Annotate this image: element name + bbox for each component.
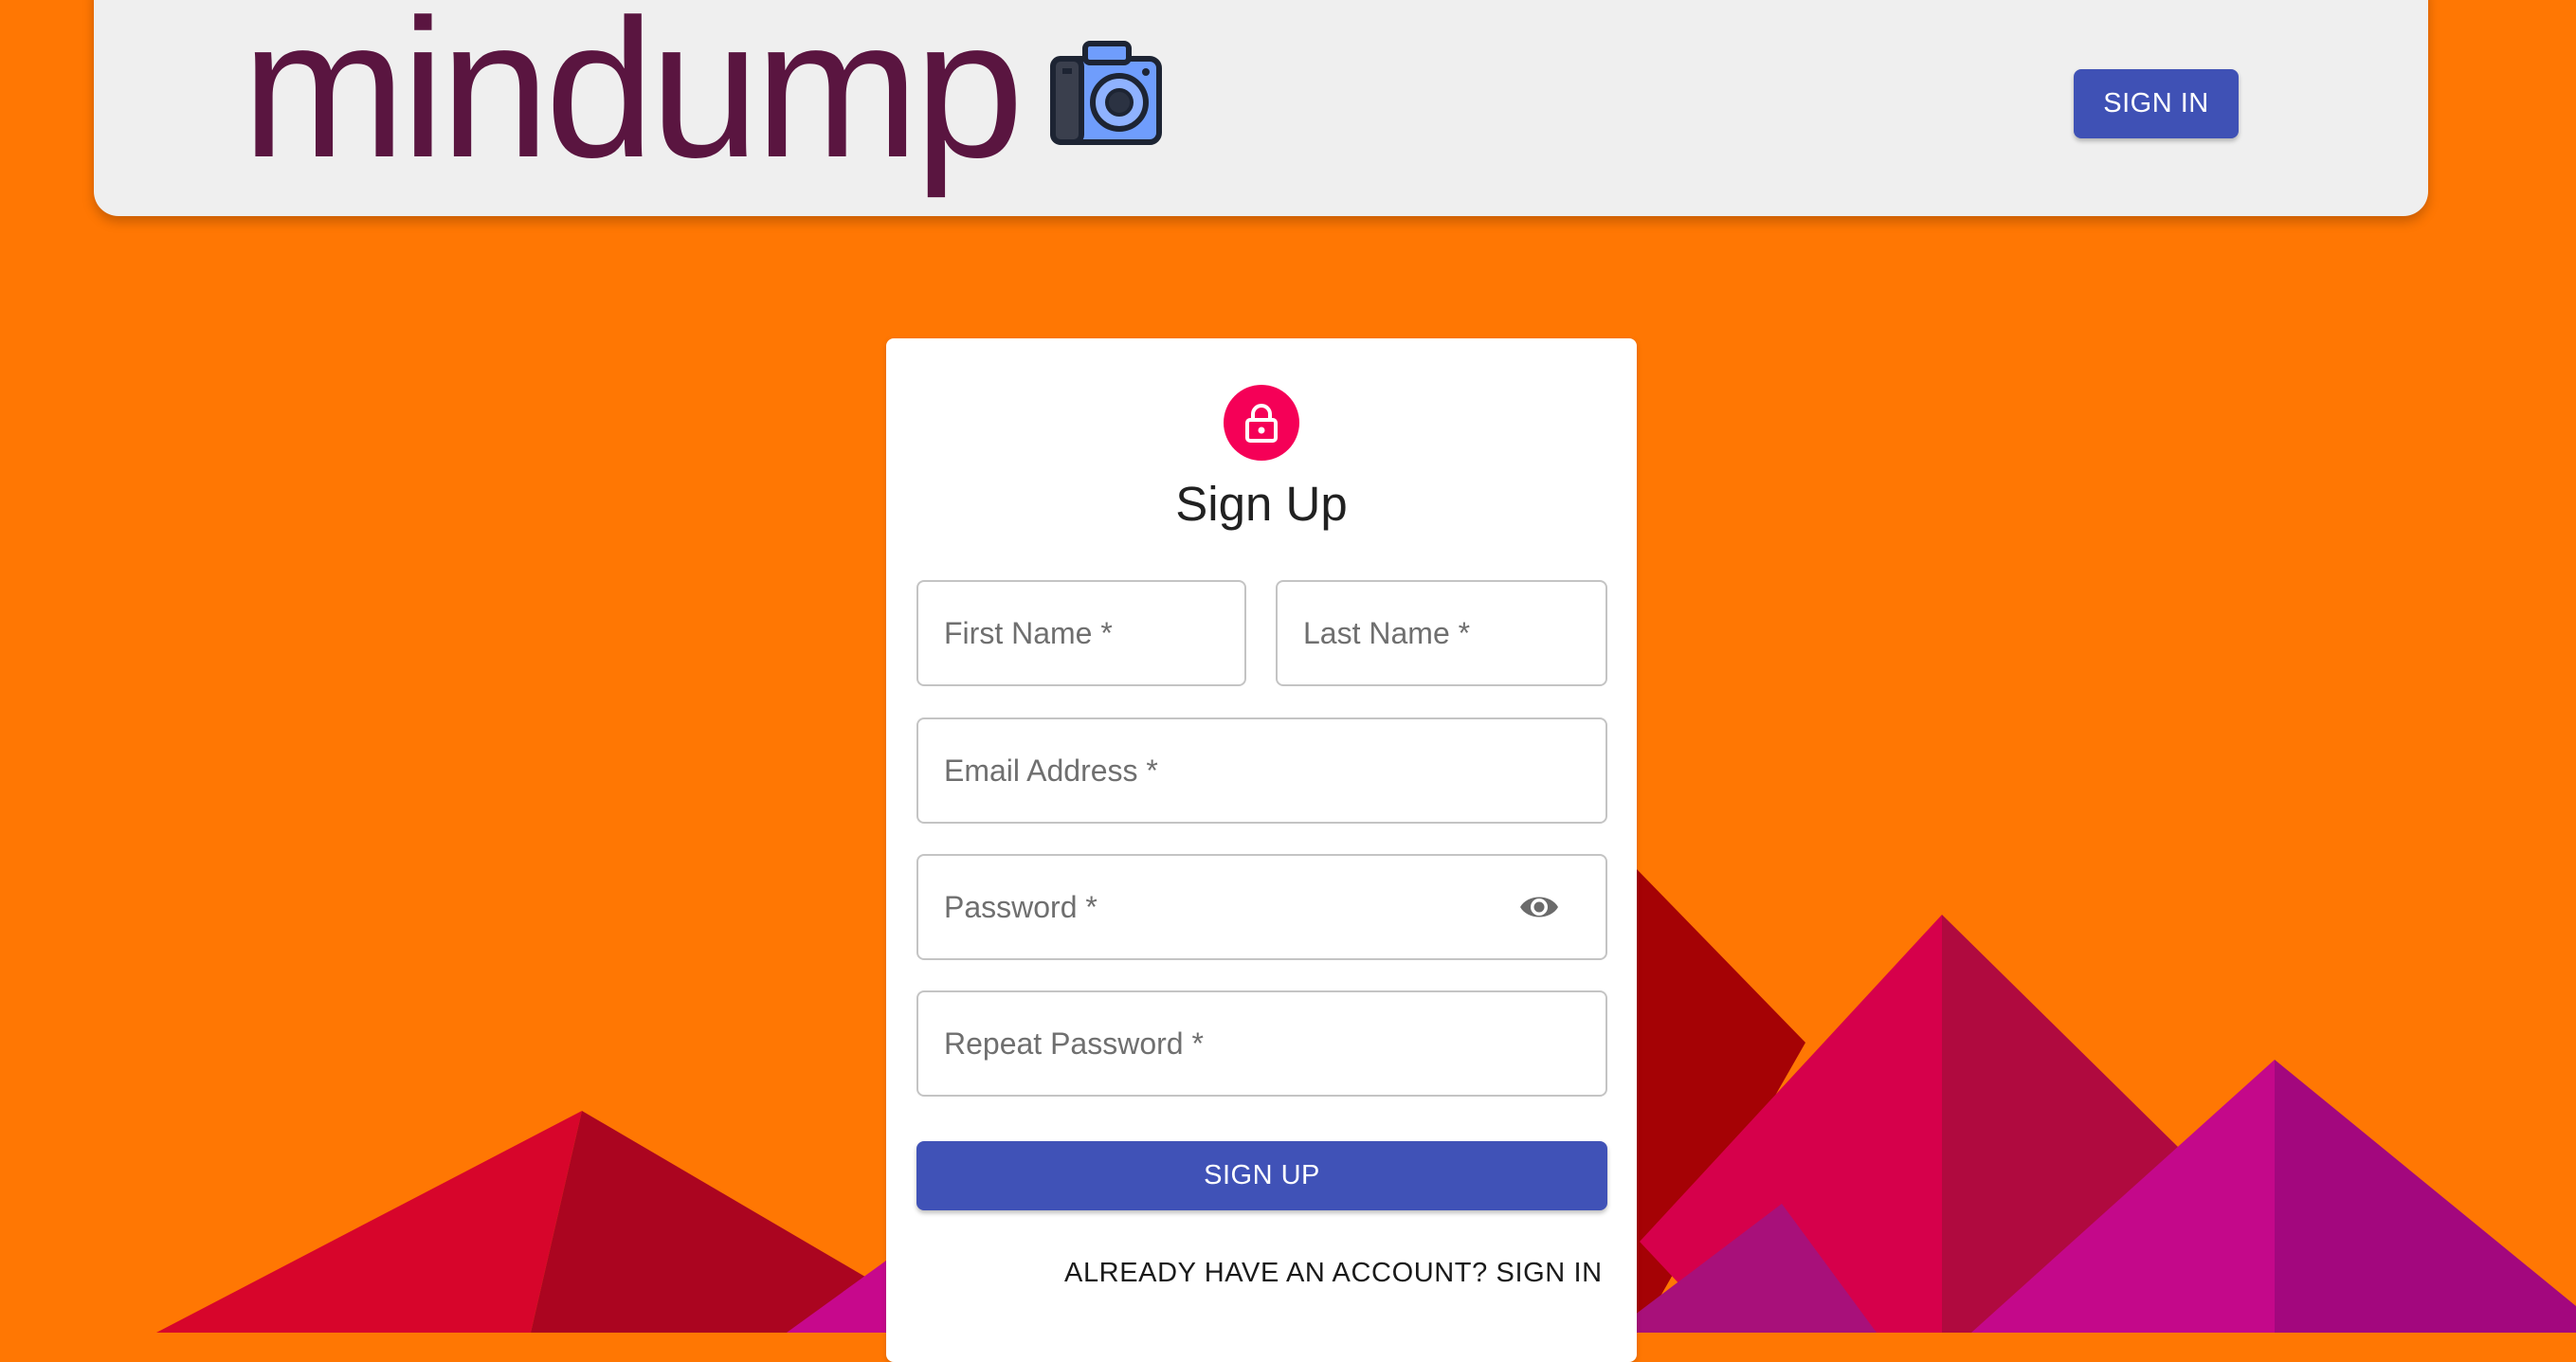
email-field[interactable]: Email Address * bbox=[916, 717, 1607, 824]
brand-name: mindump bbox=[242, 0, 1024, 199]
camera-icon bbox=[1050, 41, 1163, 145]
first-name-field[interactable]: First Name * bbox=[916, 580, 1246, 686]
top-app-bar: mindump SIGN IN bbox=[94, 0, 2428, 216]
password-field[interactable]: Password * bbox=[916, 854, 1607, 960]
sign-up-button[interactable]: SIGN UP bbox=[916, 1141, 1607, 1210]
header-sign-in-button[interactable]: SIGN IN bbox=[2074, 69, 2239, 138]
last-name-label: Last Name * bbox=[1303, 616, 1471, 650]
repeat-password-label: Repeat Password * bbox=[944, 1026, 1204, 1061]
lock-icon bbox=[1245, 404, 1278, 443]
lock-avatar bbox=[1224, 385, 1299, 461]
form-title: Sign Up bbox=[1175, 477, 1348, 531]
first-name-label: First Name * bbox=[944, 616, 1113, 650]
sign-up-card: Sign Up First Name * Last Name * Email A… bbox=[886, 338, 1637, 1362]
brand[interactable]: mindump bbox=[242, 0, 1165, 188]
sign-in-link[interactable]: ALREADY HAVE AN ACCOUNT? SIGN IN bbox=[1064, 1258, 1603, 1289]
repeat-password-field[interactable]: Repeat Password * bbox=[916, 990, 1607, 1097]
email-label: Email Address * bbox=[944, 754, 1158, 788]
eye-icon[interactable] bbox=[1518, 890, 1560, 924]
last-name-field[interactable]: Last Name * bbox=[1276, 580, 1607, 686]
password-label: Password * bbox=[944, 890, 1098, 924]
